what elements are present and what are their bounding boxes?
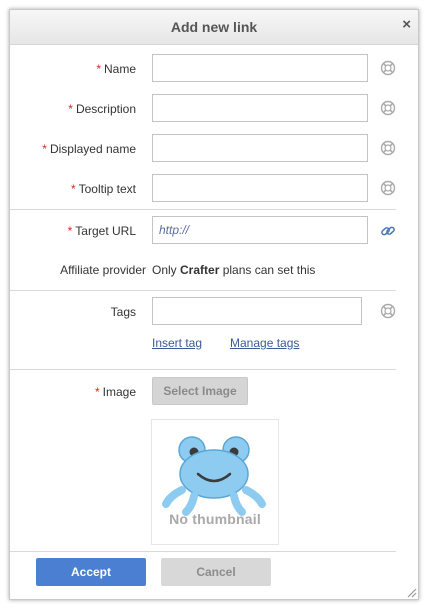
plan-name: Crafter	[180, 263, 220, 277]
required-mark: *	[96, 62, 101, 76]
description-label: * Description	[68, 102, 136, 116]
displayed-name-row: * Displayed name	[10, 134, 418, 164]
lifebuoy-icon[interactable]	[380, 60, 396, 76]
image-row: * Image Select Image	[10, 377, 418, 407]
target-url-row: * Target URL	[10, 216, 418, 246]
required-mark: *	[94, 385, 100, 399]
name-label: * Name	[96, 62, 136, 76]
insert-tag-link[interactable]: Insert tag	[152, 336, 202, 350]
description-row: * Description	[10, 94, 418, 124]
tags-input[interactable]	[152, 297, 362, 325]
affiliate-provider-note: Only Crafter plans can set this	[152, 263, 316, 277]
name-input[interactable]	[152, 54, 368, 82]
displayed-name-label: * Displayed name	[42, 142, 136, 156]
required-mark: *	[42, 142, 47, 156]
divider	[10, 369, 396, 370]
cancel-button[interactable]: Cancel	[161, 558, 271, 586]
required-mark: *	[67, 224, 73, 238]
dialog-titlebar: Add new link ×	[10, 10, 418, 45]
lifebuoy-icon[interactable]	[380, 303, 396, 319]
tags-row: Tags	[10, 297, 418, 327]
no-thumbnail-text: No thumbnail	[169, 511, 261, 527]
target-url-input[interactable]	[152, 216, 368, 244]
image-thumbnail: No thumbnail	[151, 419, 279, 545]
tooltip-text-label: * Tooltip text	[70, 182, 136, 196]
required-mark: *	[70, 182, 76, 196]
image-label: * Image	[94, 385, 136, 399]
description-input[interactable]	[152, 94, 368, 122]
displayed-name-input[interactable]	[152, 134, 368, 162]
tooltip-text-input[interactable]	[152, 174, 368, 202]
lifebuoy-icon[interactable]	[380, 180, 396, 196]
tooltip-text-row: * Tooltip text	[10, 174, 418, 204]
required-mark: *	[68, 102, 73, 116]
close-icon[interactable]: ×	[402, 17, 411, 32]
affiliate-provider-row: Affiliate provider Only Crafter plans ca…	[10, 260, 418, 280]
divider	[10, 290, 396, 291]
select-image-button[interactable]: Select Image	[152, 377, 248, 405]
divider	[10, 551, 396, 552]
accept-button[interactable]: Accept	[36, 558, 146, 586]
lifebuoy-icon[interactable]	[380, 100, 396, 116]
manage-tags-link[interactable]: Manage tags	[230, 336, 299, 350]
resize-handle[interactable]	[405, 586, 417, 598]
target-url-label: * Target URL	[67, 224, 136, 238]
tags-label: Tags	[110, 305, 136, 319]
affiliate-provider-label: Affiliate provider	[60, 263, 146, 277]
name-row: * Name	[10, 54, 418, 84]
chain-link-icon[interactable]	[380, 223, 396, 239]
add-link-dialog: Add new link × * Name * Description * Displ…	[9, 9, 419, 600]
dialog-title: Add new link	[170, 19, 258, 35]
lifebuoy-icon[interactable]	[380, 140, 396, 156]
divider	[10, 209, 396, 210]
